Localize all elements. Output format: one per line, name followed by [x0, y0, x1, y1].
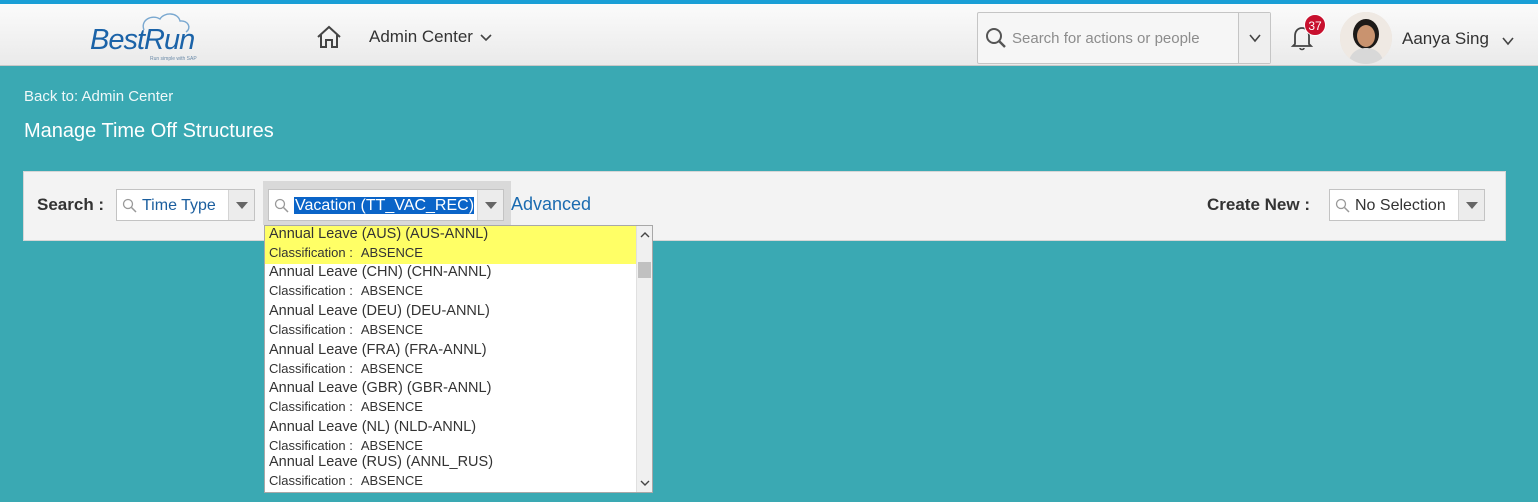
list-item[interactable]: Annual Leave (NL) (NLD-ANNL) Classificat… — [265, 419, 636, 457]
type-combo[interactable]: Time Type — [116, 189, 255, 221]
list-item-name: Annual Leave (AUS) (AUS-ANNL) — [269, 226, 489, 242]
search-icon — [274, 198, 289, 213]
search-input[interactable] — [1012, 27, 1232, 49]
list-item-name: Annual Leave (NL) (NLD-ANNL) — [269, 419, 477, 435]
search-icon — [1335, 198, 1350, 213]
caret-down-icon — [236, 202, 248, 209]
chevron-down-icon — [1249, 34, 1261, 43]
dropdown-scrollbar[interactable] — [636, 226, 652, 492]
value-combo-text[interactable]: Vacation (TT_VAC_REC) — [294, 197, 474, 215]
chevron-down-icon[interactable] — [640, 480, 650, 487]
chevron-down-icon[interactable] — [1501, 36, 1515, 46]
list-item[interactable]: Annual Leave (AUS) (AUS-ANNL) Classifica… — [265, 226, 636, 264]
logo-tagline: Run simple with SAP — [150, 56, 197, 62]
classification-value: ABSENCE — [360, 438, 423, 453]
admin-center-label: Admin Center — [369, 27, 473, 46]
user-name[interactable]: Aanya Sing — [1402, 29, 1489, 49]
list-item[interactable]: Annual Leave (CHN) (CHN-ANNL) Classifica… — [265, 264, 636, 302]
type-combo-value: Time Type — [142, 197, 216, 214]
avatar[interactable] — [1340, 12, 1392, 64]
caret-down-icon — [1466, 202, 1478, 209]
search-icon — [986, 28, 1006, 48]
notification-badge: 37 — [1304, 14, 1326, 36]
search-label: Search : — [37, 195, 105, 214]
list-item-classification: Classification : ABSENCE — [269, 322, 423, 337]
type-combo-dropdown-button[interactable] — [228, 190, 254, 220]
list-item[interactable]: Annual Leave (RUS) (ANNL_RUS) Classifica… — [265, 454, 636, 492]
caret-down-icon — [485, 202, 497, 209]
list-item-name: Annual Leave (DEU) (DEU-ANNL) — [269, 303, 490, 319]
create-new-label: Create New : — [1207, 195, 1310, 214]
chevron-up-icon[interactable] — [640, 231, 650, 238]
list-item-classification: Classification : ABSENCE — [269, 361, 423, 376]
list-item[interactable]: Annual Leave (DEU) (DEU-ANNL) Classifica… — [265, 303, 636, 341]
home-icon[interactable] — [316, 25, 342, 49]
value-combo[interactable]: Vacation (TT_VAC_REC) — [268, 189, 504, 221]
admin-center-menu[interactable]: Admin Center — [369, 27, 493, 47]
global-search — [977, 12, 1271, 64]
classification-label: Classification : — [269, 245, 353, 260]
value-combo-selected-text: Vacation (TT_VAC_REC) — [294, 197, 474, 214]
time-type-dropdown-list: Annual Leave (AUS) (AUS-ANNL) Classifica… — [264, 225, 653, 493]
list-item[interactable]: Annual Leave (GBR) (GBR-ANNL) Classifica… — [265, 380, 636, 418]
create-new-dropdown-button[interactable] — [1458, 190, 1484, 220]
search-scope-dropdown[interactable] — [1238, 13, 1270, 63]
classification-label: Classification : — [269, 438, 353, 453]
logo-text: BestRun — [90, 24, 195, 56]
classification-label: Classification : — [269, 399, 353, 414]
list-item-name: Annual Leave (FRA) (FRA-ANNL) — [269, 342, 487, 358]
list-item[interactable]: Annual Leave (FRA) (FRA-ANNL) Classifica… — [265, 342, 636, 380]
create-new-combo-value: No Selection — [1355, 197, 1446, 214]
user-photo-icon — [1340, 12, 1392, 64]
list-item-classification: Classification : ABSENCE — [269, 399, 423, 414]
create-new-combo[interactable]: No Selection — [1329, 189, 1485, 221]
value-combo-dropdown-button[interactable] — [477, 190, 503, 220]
page-title: Manage Time Off Structures — [24, 120, 274, 142]
classification-value: ABSENCE — [360, 361, 423, 376]
shell-header: BestRun Run simple with SAP Admin Center… — [0, 4, 1538, 66]
list-item-name: Annual Leave (RUS) (ANNL_RUS) — [269, 454, 494, 470]
classification-value: ABSENCE — [360, 399, 423, 414]
bestrun-logo[interactable]: BestRun Run simple with SAP — [88, 10, 228, 64]
search-icon — [122, 198, 137, 213]
scrollbar-thumb[interactable] — [638, 262, 651, 278]
classification-value: ABSENCE — [360, 283, 423, 298]
classification-label: Classification : — [269, 473, 353, 488]
list-item-name: Annual Leave (GBR) (GBR-ANNL) — [269, 380, 492, 396]
advanced-link[interactable]: Advanced — [511, 194, 591, 215]
classification-value: ABSENCE — [360, 245, 423, 260]
classification-value: ABSENCE — [360, 473, 423, 488]
list-item-classification: Classification : ABSENCE — [269, 438, 423, 453]
list-item-name: Annual Leave (CHN) (CHN-ANNL) — [269, 264, 492, 280]
classification-label: Classification : — [269, 361, 353, 376]
classification-value: ABSENCE — [360, 322, 423, 337]
classification-label: Classification : — [269, 322, 353, 337]
list-item-classification: Classification : ABSENCE — [269, 473, 423, 488]
classification-label: Classification : — [269, 283, 353, 298]
list-item-classification: Classification : ABSENCE — [269, 245, 423, 260]
back-link[interactable]: Back to: Admin Center — [24, 88, 173, 105]
list-item-classification: Classification : ABSENCE — [269, 283, 423, 298]
chevron-down-icon — [480, 34, 492, 42]
